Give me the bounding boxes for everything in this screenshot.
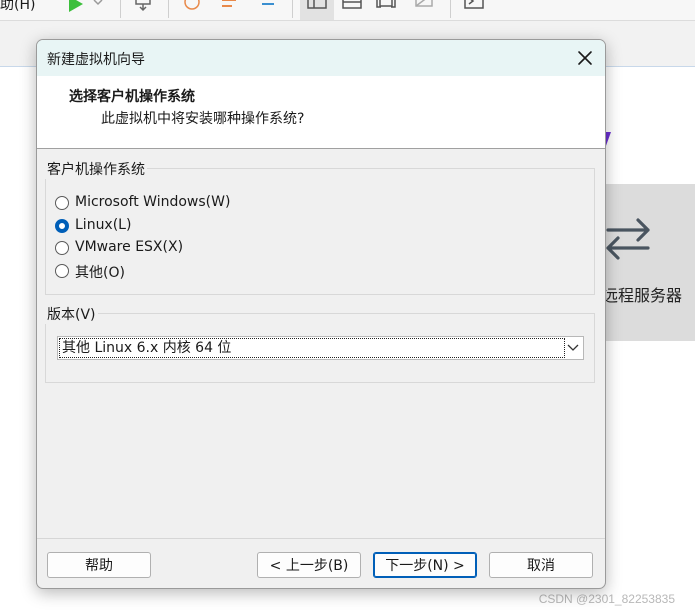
radio-button[interactable]: [55, 241, 69, 255]
connect-remote-server-card[interactable]: 远程服务器: [600, 184, 695, 341]
fullscreen-icon[interactable]: [376, 0, 396, 14]
toolbar-separator: [168, 0, 169, 18]
menu-help[interactable]: 助(H): [0, 0, 35, 14]
version-select-value: 其他 Linux 6.x 内核 64 位: [59, 338, 565, 358]
radio-button[interactable]: [55, 219, 69, 233]
page-title: 选择客户机操作系统: [69, 89, 195, 105]
dialog-title: 新建虚拟机向导: [47, 52, 145, 68]
library-view-icon[interactable]: [307, 0, 327, 14]
new-vm-wizard-dialog: 新建虚拟机向导 选择客户机操作系统 此虚拟机中将安装哪种操作系统? 客户机操作系…: [36, 39, 606, 589]
toolbar-separator: [292, 0, 293, 18]
revert-snapshot-icon[interactable]: [220, 0, 240, 14]
help-button[interactable]: 帮助: [47, 552, 151, 578]
console-icon[interactable]: [464, 0, 484, 14]
close-icon[interactable]: [573, 46, 597, 70]
watermark: CSDN @2301_82253835: [538, 592, 675, 606]
radio-label: Microsoft Windows(W): [75, 194, 231, 210]
toolbar-separator: [120, 0, 121, 18]
chevron-down-icon[interactable]: [92, 0, 104, 14]
radio-label: Linux(L): [75, 217, 132, 233]
transfer-arrows-icon: [606, 218, 650, 260]
version-select[interactable]: 其他 Linux 6.x 内核 64 位: [57, 336, 584, 360]
next-button[interactable]: 下一步(N) >: [373, 552, 477, 578]
cancel-button[interactable]: 取消: [489, 552, 593, 578]
radio-label: VMware ESX(X): [75, 239, 184, 255]
remote-server-label: 远程服务器: [602, 286, 683, 305]
radio-button[interactable]: [55, 196, 69, 210]
toolbar-separator: [450, 0, 451, 18]
version-group-label: 版本(V): [45, 304, 98, 324]
play-icon[interactable]: [66, 0, 86, 14]
thumbnail-view-icon[interactable]: [342, 0, 362, 14]
radio-label: 其他(O): [75, 265, 125, 281]
back-button[interactable]: < 上一步(B): [257, 552, 361, 578]
snapshot-manager-icon[interactable]: [256, 0, 276, 14]
chevron-down-icon[interactable]: [567, 343, 579, 353]
app-toolbar: 助(H): [0, 0, 695, 21]
suspend-icon[interactable]: [134, 0, 154, 14]
guest-os-group-label: 客户机操作系统: [45, 159, 147, 179]
unity-icon[interactable]: [414, 0, 434, 14]
radio-button[interactable]: [55, 264, 69, 278]
dialog-titlebar: 新建虚拟机向导: [37, 40, 605, 76]
snapshot-icon[interactable]: [182, 0, 202, 14]
page-subtitle: 此虚拟机中将安装哪种操作系统?: [101, 111, 305, 127]
button-bar-divider: [37, 538, 605, 539]
wizard-header: 选择客户机操作系统 此虚拟机中将安装哪种操作系统?: [37, 76, 605, 149]
